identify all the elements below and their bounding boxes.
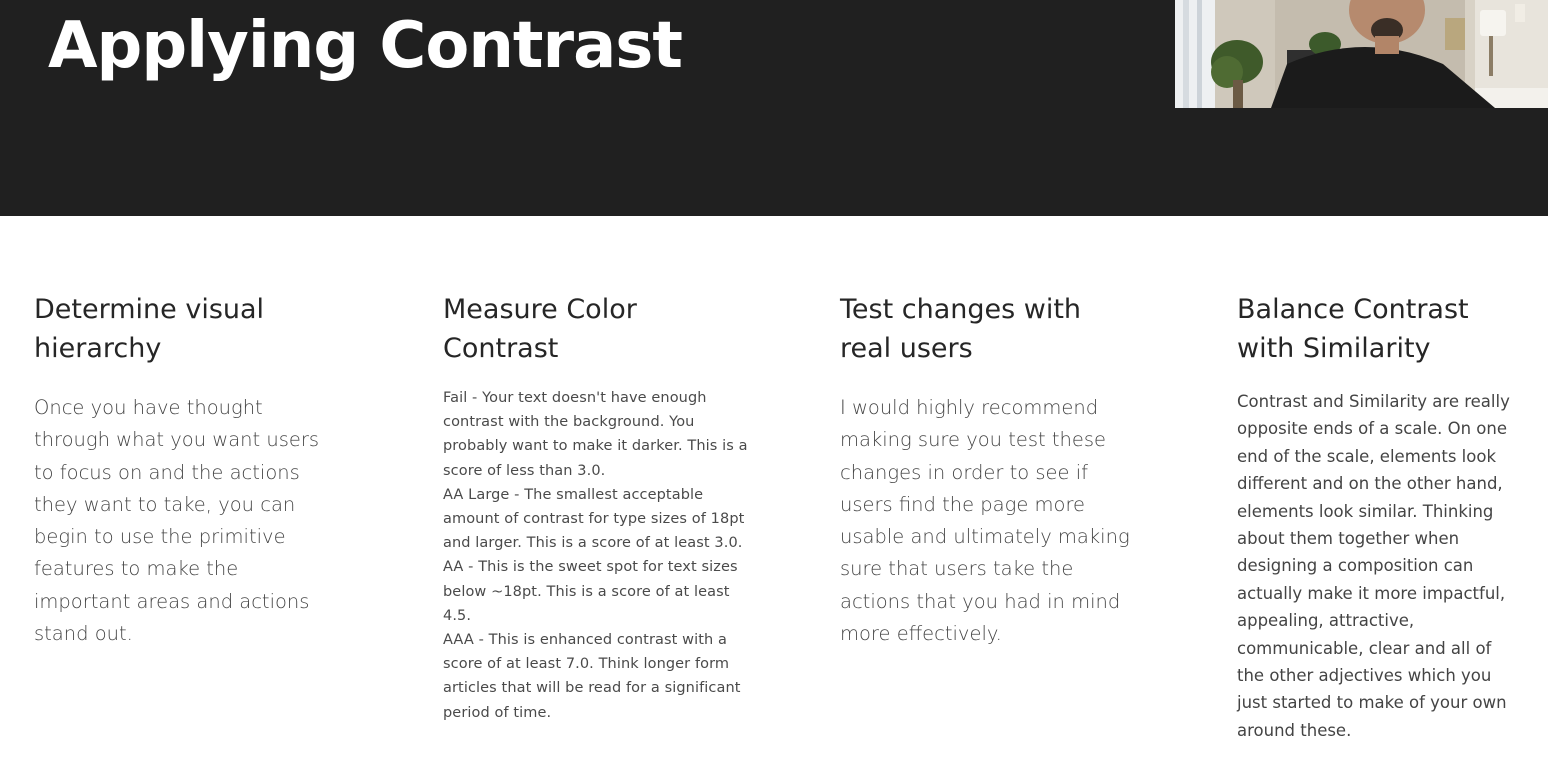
column-test-users: Test changes with real users I would hig… [840, 290, 1140, 650]
text-color-contrast: Fail - Your text doesn't have enough con… [443, 390, 748, 721]
column-visual-hierarchy: Determine visual hierarchy Once you have… [34, 290, 334, 650]
column-contrast-similarity: Balance Contrast with Similarity Contras… [1237, 290, 1522, 744]
presenter-video-image [1175, 0, 1548, 108]
webcam-video-feed [1175, 0, 1548, 108]
heading-color-contrast: Measure Color Contrast [443, 294, 637, 364]
slide-title: Applying Contrast [48, 9, 683, 83]
column-color-contrast: Measure Color Contrast Fail - Your text … [443, 290, 753, 725]
heading-contrast-similarity: Balance Contrast with Similarity [1237, 294, 1469, 364]
heading-test-users: Test changes with real users [840, 294, 1082, 364]
text-contrast-similarity: Contrast and Similarity are really oppos… [1237, 392, 1510, 740]
heading-visual-hierarchy: Determine visual hierarchy [34, 294, 265, 364]
text-visual-hierarchy: Once you have thought through what you w… [34, 396, 320, 646]
text-test-users: I would highly recommend making sure you… [840, 396, 1130, 646]
